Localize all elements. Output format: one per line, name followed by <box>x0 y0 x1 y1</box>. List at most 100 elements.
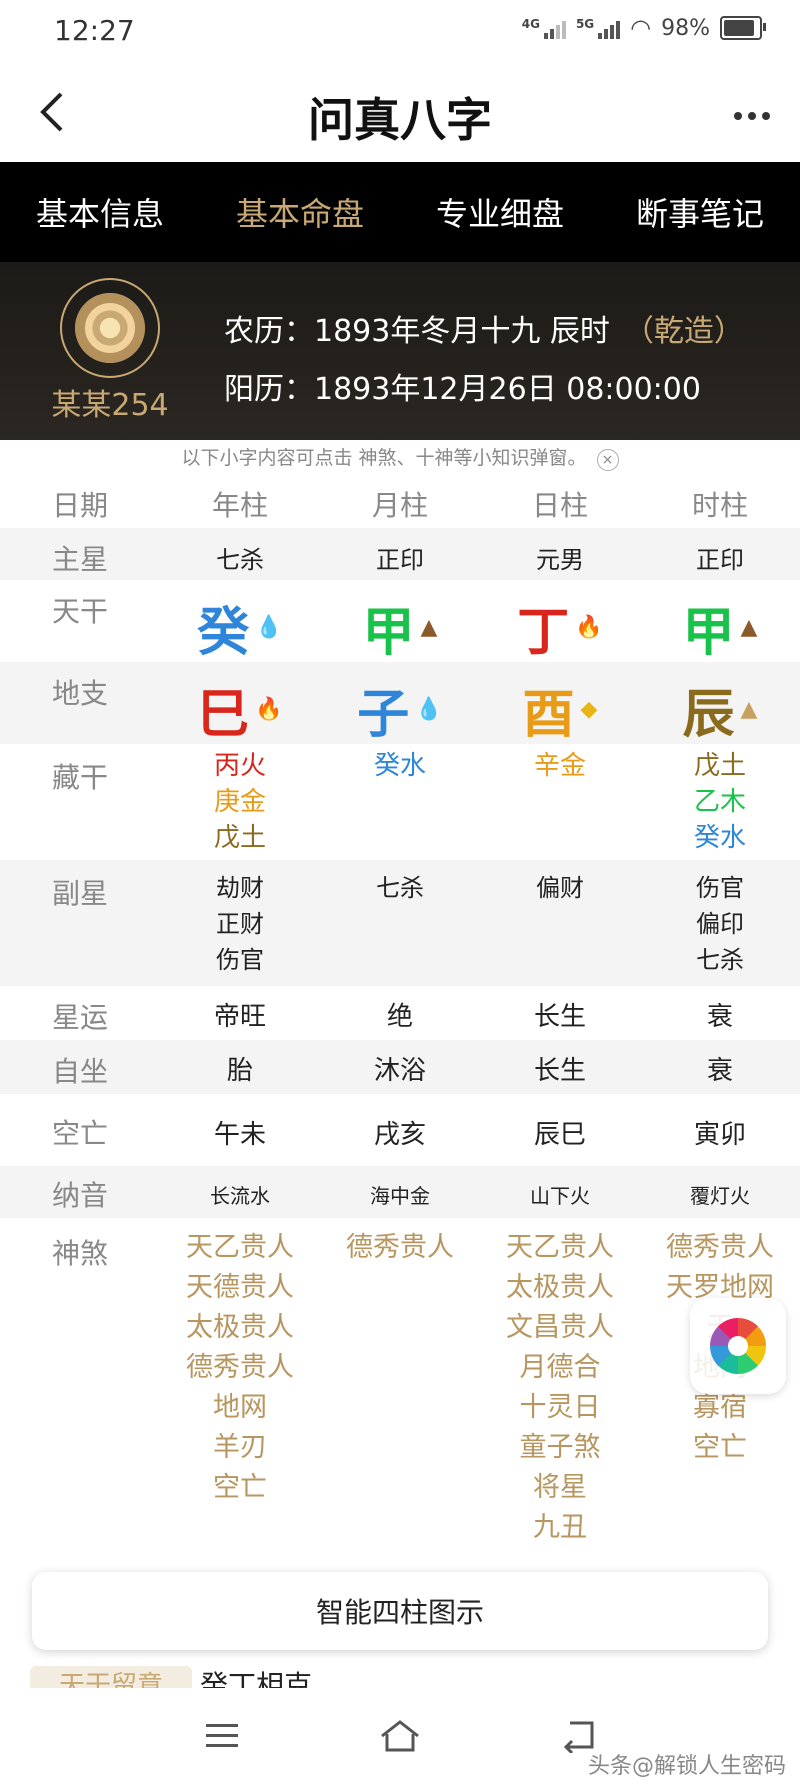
self-seat[interactable]: 胎 <box>160 1050 320 1087</box>
shensha-item[interactable]: 月德合 <box>480 1348 640 1388</box>
avatar[interactable] <box>60 278 160 378</box>
tab-notes[interactable]: 断事笔记 <box>600 162 800 262</box>
table-row: 藏干 丙火 庚金 戊土 癸水 辛金 戊土 乙木 癸水 <box>0 744 800 860</box>
shensha-item[interactable]: 德秀贵人 <box>640 1228 800 1268</box>
star-fortune[interactable]: 长生 <box>480 996 640 1033</box>
tiangan-cell[interactable]: 丁 🔥 <box>480 590 640 665</box>
sub-star[interactable]: 七杀 <box>640 942 800 978</box>
sub-stars: 七杀 <box>320 870 480 906</box>
hidden-stems: 癸水 <box>320 748 480 784</box>
hidden-stems: 戊土 乙木 癸水 <box>640 748 800 856</box>
table-row: 空亡 午未 戌亥 辰巳 寅卯 <box>0 1094 800 1166</box>
hidden-stem[interactable]: 癸水 <box>320 748 480 784</box>
self-seat[interactable]: 沐浴 <box>320 1050 480 1087</box>
shensha-item[interactable]: 将星 <box>480 1468 640 1508</box>
star-fortune[interactable]: 绝 <box>320 996 480 1033</box>
hidden-stem[interactable]: 戊土 <box>160 820 320 856</box>
floating-menu-button[interactable] <box>690 1298 786 1394</box>
hidden-stem[interactable]: 癸水 <box>640 820 800 856</box>
dizhi-cell[interactable]: 辰 ▲ <box>640 672 800 747</box>
hidden-stem[interactable]: 戊土 <box>640 748 800 784</box>
status-icons: 4G 5G ◠ 98% <box>522 14 766 42</box>
shensha-item[interactable]: 羊刃 <box>160 1428 320 1468</box>
shensha-item[interactable]: 地网 <box>160 1388 320 1428</box>
gender-tag: （乾造） <box>623 314 744 349</box>
row-label: 副星 <box>51 877 108 910</box>
four-pillars-diagram-button[interactable]: 智能四柱图示 <box>32 1572 768 1650</box>
dizhi-cell[interactable]: 巳 🔥 <box>160 672 320 747</box>
sub-star[interactable]: 正财 <box>160 906 320 942</box>
shensha-item[interactable]: 天德贵人 <box>160 1268 320 1308</box>
dizhi-cell[interactable]: 酉 ◆ <box>480 672 640 747</box>
void[interactable]: 午未 <box>160 1114 320 1151</box>
sub-stars: 劫财 正财 伤官 <box>160 870 320 978</box>
branch-char: 子 <box>357 685 410 745</box>
shensha-item[interactable]: 德秀贵人 <box>320 1228 480 1268</box>
nayin[interactable]: 长流水 <box>160 1180 320 1209</box>
shensha-item[interactable]: 童子煞 <box>480 1428 640 1468</box>
hidden-stem[interactable]: 乙木 <box>640 784 800 820</box>
row-label: 自坐 <box>51 1055 108 1088</box>
nayin[interactable]: 山下火 <box>480 1180 640 1209</box>
shensha-item[interactable]: 太极贵人 <box>160 1308 320 1348</box>
shensha-item[interactable]: 九丑 <box>480 1508 640 1548</box>
close-icon[interactable]: × <box>596 449 619 471</box>
main-star[interactable]: 正印 <box>320 540 480 575</box>
tab-pro-chart[interactable]: 专业细盘 <box>400 162 600 262</box>
row-label: 藏干 <box>51 761 108 794</box>
status-bar: 12:27 4G 5G ◠ 98% <box>0 0 800 62</box>
dizhi-cell[interactable]: 子 💧 <box>320 672 480 747</box>
hint-text: 以下小字内容可点击 神煞、十神等小知识弹窗。 <box>181 447 587 469</box>
self-seat[interactable]: 长生 <box>480 1050 640 1087</box>
col-header: 日柱 <box>531 489 588 522</box>
void[interactable]: 戌亥 <box>320 1114 480 1151</box>
lunar-date: 农历：1893年冬月十九 辰时 （乾造） <box>224 314 744 349</box>
more-dots-icon[interactable] <box>732 90 772 131</box>
hidden-stem[interactable]: 庚金 <box>160 784 320 820</box>
watermark: 头条@解锁人生密码 <box>587 1754 786 1779</box>
hidden-stem[interactable]: 辛金 <box>480 748 640 784</box>
table-header-row: 日期 年柱 月柱 日柱 时柱 <box>0 476 800 528</box>
tiangan-cell[interactable]: 甲 ▲ <box>640 590 800 665</box>
tiangan-cell[interactable]: 甲 ▲ <box>320 590 480 665</box>
branch-char: 酉 <box>522 685 575 745</box>
color-wheel-icon <box>710 1318 766 1374</box>
sub-star[interactable]: 劫财 <box>160 870 320 906</box>
table-row: 主星 七杀 正印 元男 正印 <box>0 528 800 580</box>
row-label: 星运 <box>51 1001 108 1034</box>
main-star[interactable]: 正印 <box>640 540 800 575</box>
main-star[interactable]: 元男 <box>480 540 640 575</box>
sub-star[interactable]: 偏印 <box>640 906 800 942</box>
shensha-item[interactable]: 十灵日 <box>480 1388 640 1428</box>
star-fortune[interactable]: 衰 <box>640 996 800 1033</box>
menu-icon[interactable] <box>200 1714 244 1758</box>
sub-star[interactable]: 伤官 <box>160 942 320 978</box>
void[interactable]: 寅卯 <box>640 1114 800 1151</box>
shensha-item[interactable]: 天乙贵人 <box>480 1228 640 1268</box>
shensha-item[interactable]: 文昌贵人 <box>480 1308 640 1348</box>
hidden-stem[interactable]: 丙火 <box>160 748 320 784</box>
shensha-item[interactable]: 天乙贵人 <box>160 1228 320 1268</box>
sub-star[interactable]: 七杀 <box>320 870 480 906</box>
shensha-item[interactable]: 太极贵人 <box>480 1268 640 1308</box>
home-icon[interactable] <box>378 1714 422 1758</box>
sub-star[interactable]: 伤官 <box>640 870 800 906</box>
row-label: 地支 <box>51 677 108 710</box>
shensha-item[interactable]: 寡宿 <box>640 1388 800 1428</box>
tab-basic-chart[interactable]: 基本命盘 <box>200 162 400 262</box>
col-header: 月柱 <box>371 489 428 522</box>
void[interactable]: 辰巳 <box>480 1114 640 1151</box>
tiangan-cell[interactable]: 癸 💧 <box>160 590 320 665</box>
self-seat[interactable]: 衰 <box>640 1050 800 1087</box>
tab-basic-info[interactable]: 基本信息 <box>0 162 200 262</box>
nayin[interactable]: 覆灯火 <box>640 1180 800 1209</box>
main-star[interactable]: 七杀 <box>160 540 320 575</box>
signal-5g-icon: 5G <box>576 17 621 39</box>
sub-star[interactable]: 偏财 <box>480 870 640 906</box>
shensha-item[interactable]: 空亡 <box>640 1428 800 1468</box>
row-label: 空亡 <box>51 1117 108 1150</box>
shensha-item[interactable]: 德秀贵人 <box>160 1348 320 1388</box>
star-fortune[interactable]: 帝旺 <box>160 996 320 1033</box>
nayin[interactable]: 海中金 <box>320 1180 480 1209</box>
shensha-item[interactable]: 空亡 <box>160 1468 320 1508</box>
